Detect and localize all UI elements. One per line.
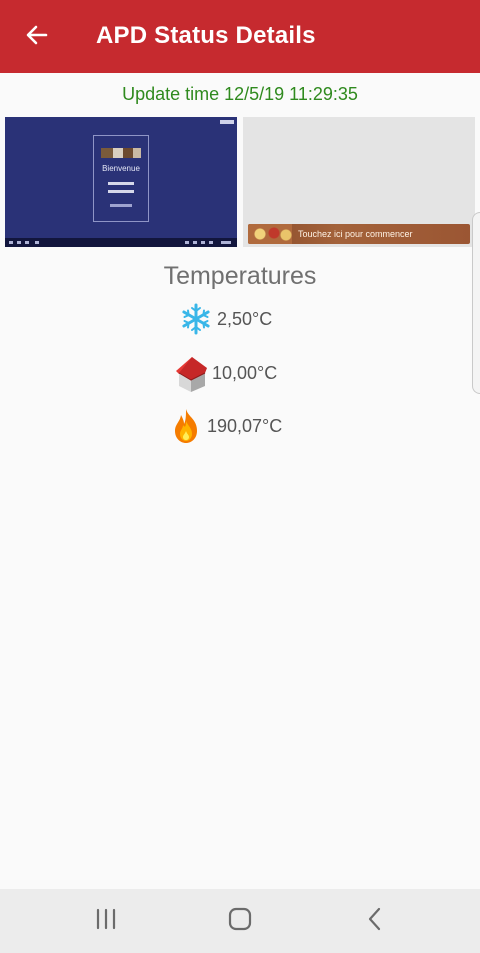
temperature-value: 190,07°C xyxy=(207,415,283,436)
recent-apps-icon xyxy=(94,908,118,935)
taskbar-icon xyxy=(35,241,39,244)
login-title: Bienvenue xyxy=(102,164,140,173)
system-navigation-bar xyxy=(0,889,480,953)
back-chevron-icon xyxy=(367,907,383,936)
taskbar-icon xyxy=(9,241,13,244)
flame-icon xyxy=(169,406,203,446)
arrow-left-icon xyxy=(25,23,49,52)
login-panel: Bienvenue xyxy=(93,135,149,222)
taskbar-icon xyxy=(185,241,189,244)
logo xyxy=(101,148,141,158)
banner-text: Touchez ici pour commencer xyxy=(298,229,413,239)
app-screen: APD Status Details Update time 12/5/19 1… xyxy=(0,0,480,953)
home-button[interactable] xyxy=(200,889,280,953)
temperature-row-freezer: 2,50°C xyxy=(179,299,272,339)
login-field-user xyxy=(108,182,134,185)
edge-panel-handle[interactable] xyxy=(472,212,480,394)
page-title: APD Status Details xyxy=(96,22,316,49)
temperature-row-ambient: 10,00°C xyxy=(174,353,277,393)
system-back-button[interactable] xyxy=(335,889,415,953)
taskbar-icon xyxy=(25,241,29,244)
snowflake-icon xyxy=(179,299,213,339)
taskbar xyxy=(5,238,237,247)
house-icon xyxy=(174,353,208,393)
taskbar-clock xyxy=(221,241,231,244)
taskbar-icon xyxy=(193,241,197,244)
window-control-indicator xyxy=(220,120,234,124)
taskbar-icon xyxy=(201,241,205,244)
temperature-value: 2,50°C xyxy=(217,308,273,329)
temperature-value: 10,00°C xyxy=(212,362,278,383)
back-button[interactable] xyxy=(22,22,52,52)
home-icon xyxy=(228,907,252,936)
login-field-password xyxy=(108,190,134,193)
taskbar-icon xyxy=(17,241,21,244)
screenshot-thumbnail-left[interactable]: Bienvenue xyxy=(5,117,237,247)
taskbar-icon xyxy=(209,241,213,244)
temperature-row-oven: 190,07°C xyxy=(169,406,282,446)
temperatures-title: Temperatures xyxy=(163,262,317,290)
start-banner: Touchez ici pour commencer xyxy=(248,224,470,244)
recent-apps-button[interactable] xyxy=(66,889,146,953)
app-bar: APD Status Details xyxy=(0,0,480,73)
screenshot-thumbnail-right[interactable]: Touchez ici pour commencer xyxy=(243,117,475,247)
login-submit xyxy=(110,204,132,207)
update-time: Update time 12/5/19 11:29:35 xyxy=(122,84,358,104)
food-image xyxy=(248,224,292,244)
